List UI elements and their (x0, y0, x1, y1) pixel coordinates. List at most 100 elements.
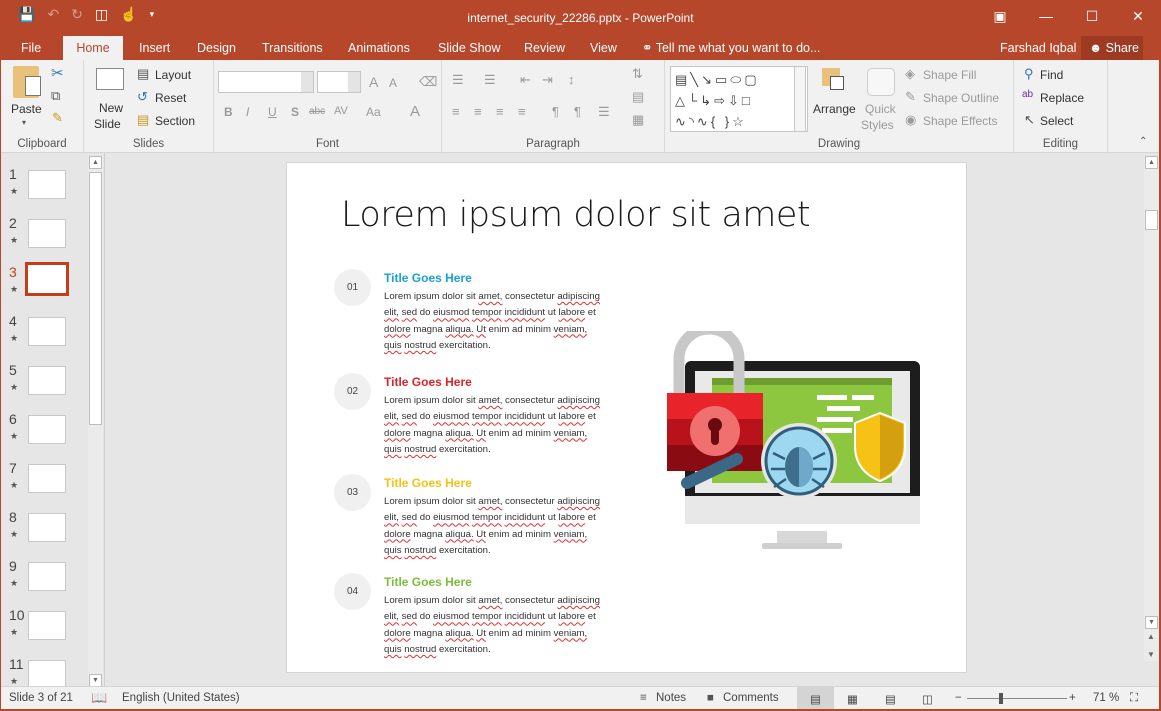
increase-indent-icon[interactable]: ⇥ (542, 72, 553, 88)
font-name-combo[interactable] (218, 71, 314, 93)
notes-button[interactable]: Notes (656, 692, 686, 704)
slide-thumbnail[interactable] (28, 415, 66, 444)
bold-button[interactable]: B (224, 105, 233, 119)
new-slide-label-1[interactable]: New (99, 101, 123, 115)
reset-icon[interactable]: ↺ (137, 89, 148, 105)
fit-to-window-icon[interactable]: ⛶ (1130, 692, 1138, 705)
shape-effects-button[interactable]: Shape Effects (923, 114, 998, 128)
arrange-button[interactable]: Arrange (813, 102, 856, 116)
cut-icon[interactable]: ✂ (51, 64, 64, 82)
paste-button[interactable]: Paste (11, 102, 42, 116)
text-direction-icon[interactable]: ⇅ (632, 66, 643, 82)
slide-thumbnail[interactable] (28, 219, 66, 248)
shape-fill-icon[interactable]: ◈ (905, 66, 915, 82)
slide-sorter-icon[interactable]: ▦ (847, 692, 858, 706)
zoom-out-button[interactable]: − (955, 692, 962, 704)
format-painter-icon[interactable]: ✎ (52, 110, 63, 126)
slide-thumbnail[interactable] (28, 170, 66, 199)
new-slide-icon[interactable] (96, 68, 124, 90)
copy-icon[interactable]: ⧉ (51, 88, 60, 104)
font-size-combo[interactable] (317, 71, 361, 93)
numbering-icon[interactable]: ☰ (484, 72, 496, 88)
layout-icon[interactable]: ▤ (137, 66, 149, 82)
smartart-icon[interactable]: ▦ (632, 112, 644, 128)
rtl-icon[interactable]: ¶ (574, 104, 581, 119)
slide-title[interactable]: Lorem ipsum dolor sit amet (341, 195, 811, 235)
grow-font-button[interactable]: A (369, 74, 378, 90)
underline-button[interactable]: U (268, 105, 277, 119)
decrease-indent-icon[interactable]: ⇤ (520, 72, 531, 88)
tab-animations[interactable]: Animations (338, 36, 420, 60)
align-right-icon[interactable]: ≡ (496, 104, 504, 119)
comments-button[interactable]: Comments (723, 692, 779, 704)
item-title[interactable]: Title Goes Here (384, 575, 472, 589)
slide-thumbnail[interactable] (28, 660, 66, 689)
tab-transitions[interactable]: Transitions (252, 36, 333, 60)
slide-scroll-thumb[interactable] (1145, 210, 1158, 230)
zoom-slider[interactable] (967, 693, 1067, 704)
collapse-ribbon-icon[interactable]: ⌃ (1139, 136, 1147, 147)
item-body[interactable]: Lorem ipsum dolor sit amet, consectetur … (384, 289, 634, 354)
bullets-icon[interactable]: ☰ (452, 72, 464, 88)
reading-view-icon[interactable]: ▤ (885, 692, 896, 706)
clear-formatting-icon[interactable]: ⌫ (419, 74, 437, 90)
new-slide-label-2[interactable]: Slide (94, 117, 121, 131)
slide-thumbnail[interactable] (28, 611, 66, 640)
slide-canvas[interactable]: Lorem ipsum dolor sit amet 01 Title Goes … (286, 162, 967, 673)
line-spacing-icon[interactable]: ↕ (568, 72, 575, 87)
tab-design[interactable]: Design (187, 36, 246, 60)
close-button[interactable]: ✕ (1115, 0, 1161, 32)
quick-styles-label-2[interactable]: Styles (861, 118, 894, 132)
slide-scrollbar[interactable]: ▲ ▼ ▲ ▼ (1144, 156, 1159, 661)
slide-scroll-up-button[interactable]: ▲ (1145, 156, 1158, 169)
slide-thumbnail[interactable] (28, 464, 66, 493)
ltr-icon[interactable]: ¶ (552, 104, 559, 119)
quick-styles-icon[interactable] (867, 68, 895, 96)
strikethrough-button[interactable]: abc (309, 106, 325, 117)
notes-icon[interactable]: ≡ (640, 692, 647, 704)
font-color-button[interactable]: A (410, 103, 420, 120)
item-title[interactable]: Title Goes Here (384, 271, 472, 285)
tell-me-box[interactable]: ⚭ Tell me what you want to do... (642, 36, 820, 60)
slide-show-view-icon[interactable]: ◫ (922, 692, 933, 706)
user-name[interactable]: Farshad Iqbal (1000, 36, 1076, 60)
find-icon[interactable]: ⚲ (1024, 66, 1034, 82)
section-button[interactable]: Section (155, 114, 195, 128)
item-title[interactable]: Title Goes Here (384, 375, 472, 389)
align-left-icon[interactable]: ≡ (452, 104, 460, 119)
slide-scroll-down-button[interactable]: ▼ (1145, 616, 1158, 629)
next-slide-button[interactable]: ▼ (1147, 650, 1155, 659)
tab-view[interactable]: View (580, 36, 627, 60)
spell-check-icon[interactable]: 📖 (91, 690, 107, 706)
section-icon[interactable]: ▤ (137, 112, 149, 128)
justify-icon[interactable]: ≡ (518, 104, 526, 119)
share-button[interactable]: ☻ Share (1081, 36, 1143, 60)
tab-review[interactable]: Review (514, 36, 575, 60)
tab-slide-show[interactable]: Slide Show (428, 36, 511, 60)
shadow-button[interactable]: S (291, 105, 299, 119)
comments-icon[interactable]: ■ (707, 692, 714, 704)
reset-button[interactable]: Reset (155, 91, 186, 105)
shape-effects-icon[interactable]: ◉ (905, 112, 916, 128)
select-cursor-icon[interactable]: ↖ (1024, 112, 1035, 128)
zoom-slider-thumb[interactable] (998, 693, 1003, 704)
align-text-icon[interactable]: ▤ (632, 89, 644, 105)
shapes-scroll[interactable] (794, 66, 806, 132)
zoom-level[interactable]: 71 % (1093, 692, 1119, 704)
language-indicator[interactable]: English (United States) (122, 692, 240, 704)
layout-button[interactable]: Layout (155, 68, 191, 82)
italic-button[interactable]: I (246, 105, 249, 119)
shapes-gallery[interactable]: ▤╲↘▭⬭▢ △└↳⇨⇩□ ∿◝∿{ }☆ (670, 66, 808, 132)
ribbon-display-options-button[interactable]: ▣ (977, 0, 1023, 32)
shape-outline-button[interactable]: Shape Outline (923, 91, 999, 105)
thumbnail-scroll-thumb[interactable] (89, 172, 102, 425)
change-case-button[interactable]: Aa (366, 105, 381, 119)
minimize-button[interactable]: — (1023, 0, 1069, 32)
character-spacing-button[interactable]: AV (334, 105, 348, 117)
maximize-button[interactable]: ☐ (1069, 0, 1115, 32)
tab-insert[interactable]: Insert (129, 36, 180, 60)
slide-thumbnail[interactable] (28, 562, 66, 591)
item-body[interactable]: Lorem ipsum dolor sit amet, consectetur … (384, 494, 634, 559)
shrink-font-button[interactable]: A (389, 76, 397, 90)
find-button[interactable]: Find (1040, 68, 1063, 82)
